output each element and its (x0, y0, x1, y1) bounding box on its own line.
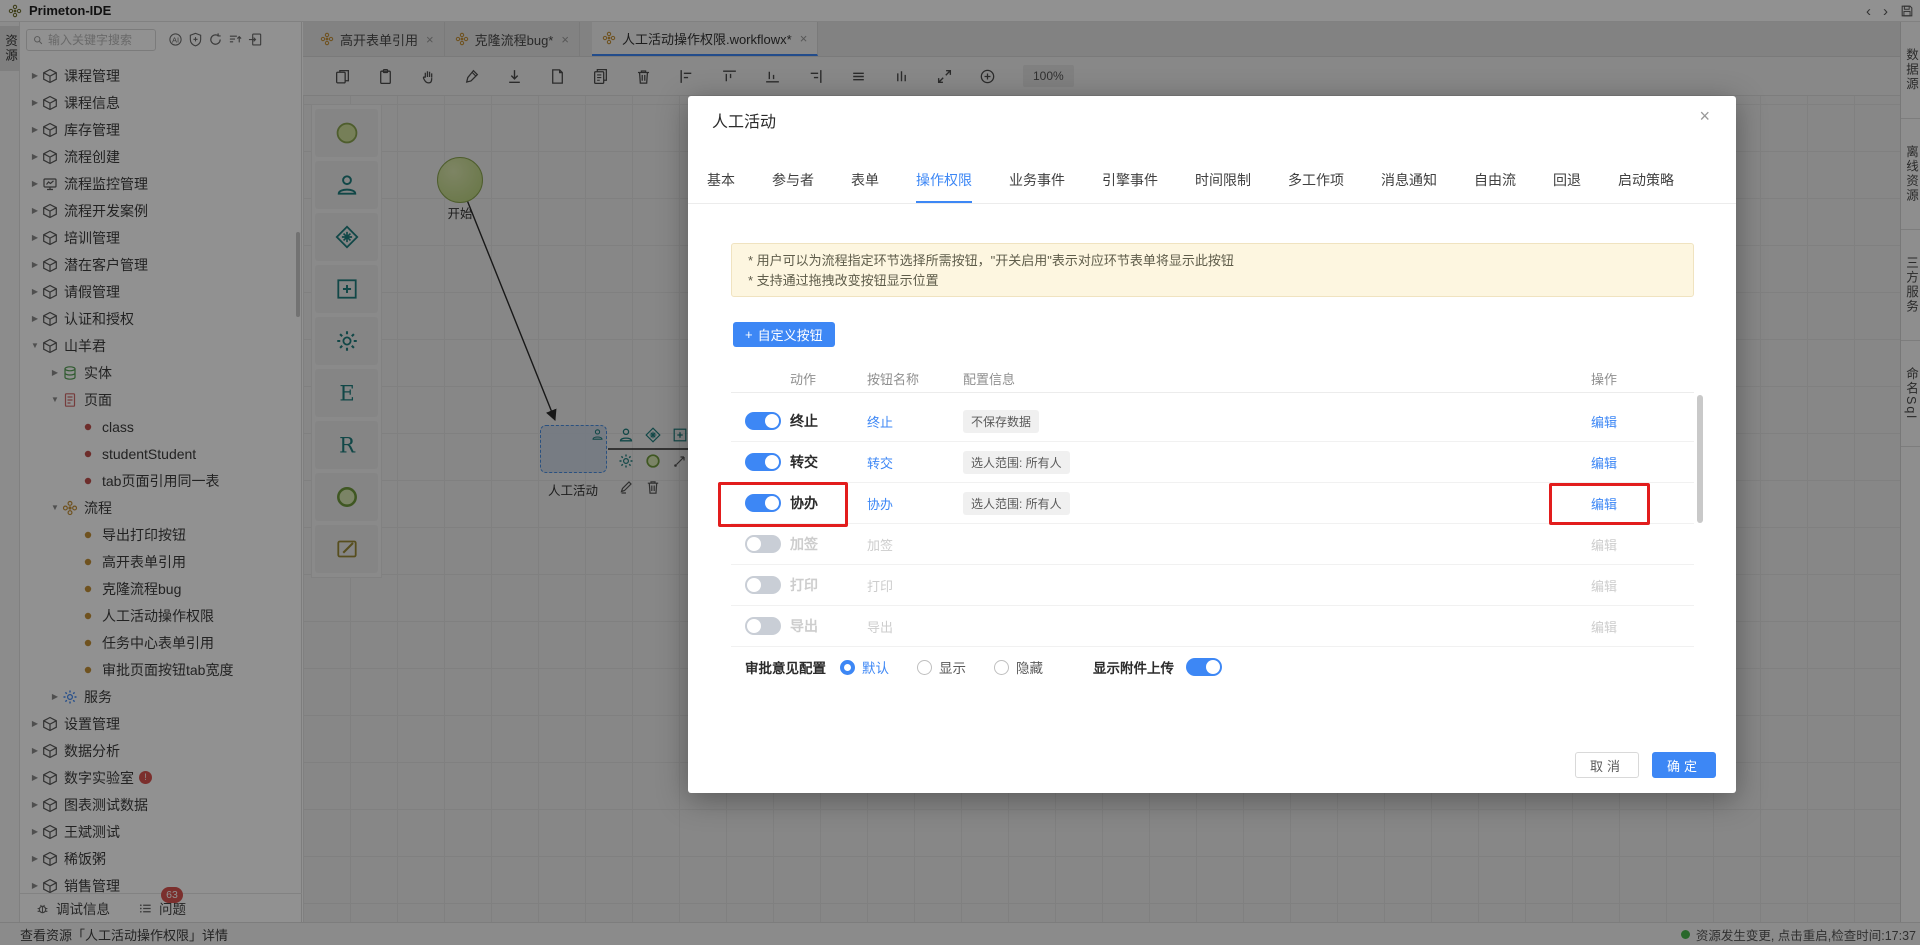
toggle-knob (747, 578, 761, 592)
radio-option[interactable]: 隐藏 (994, 657, 1043, 677)
cancel-button[interactable]: 取消 (1575, 752, 1639, 778)
header-config: 配置信息 (963, 369, 1591, 388)
table-row: 打印 打印 编辑 (731, 565, 1694, 606)
enable-toggle[interactable] (745, 412, 781, 430)
action-label: 协办 (790, 493, 867, 513)
dialog-tab[interactable]: 表单 (851, 170, 879, 203)
button-name-link[interactable]: 终止 (867, 412, 963, 431)
tabs-divider (688, 203, 1736, 204)
opinion-config-label: 审批意见配置 (745, 657, 826, 677)
table-header: 动作 按钮名称 配置信息 操作 (731, 364, 1694, 393)
config-tag: 选人范围: 所有人 (963, 451, 1070, 474)
notice-box: * 用户可以为流程指定环节选择所需按钮，"开关启用"表示对应环节表单将显示此按钮… (731, 243, 1694, 297)
table-row: 导出 导出 编辑 (731, 606, 1694, 647)
dialog-tab[interactable]: 操作权限 (916, 170, 972, 203)
dialog-tab[interactable]: 回退 (1553, 170, 1581, 203)
add-custom-button[interactable]: + 自定义按钮 (733, 322, 835, 347)
toggle-knob (747, 619, 761, 633)
action-label: 导出 (790, 616, 867, 636)
edit-link[interactable]: 编辑 (1591, 494, 1694, 513)
action-label: 转交 (790, 452, 867, 472)
edit-link[interactable]: 编辑 (1591, 535, 1694, 554)
dialog-tab[interactable]: 自由流 (1474, 170, 1516, 203)
table-row: 转交 转交 选人范围: 所有人 编辑 (731, 442, 1694, 483)
notice-line-1: * 用户可以为流程指定环节选择所需按钮，"开关启用"表示对应环节表单将显示此按钮 (748, 251, 1677, 271)
dialog-tab[interactable]: 参与者 (772, 170, 814, 203)
radio-option[interactable]: 显示 (917, 657, 966, 677)
button-name-link[interactable]: 导出 (867, 617, 963, 636)
radio-icon[interactable] (994, 660, 1009, 675)
table-row: 加签 加签 编辑 (731, 524, 1694, 565)
enable-toggle[interactable] (745, 617, 781, 635)
enable-toggle[interactable] (745, 535, 781, 553)
table-scrollbar[interactable] (1697, 395, 1703, 523)
action-table: 终止 终止 不保存数据 编辑 转交 转交 选人范围: 所有人 编辑 协办 协办 … (731, 401, 1694, 647)
radio-label: 显示 (939, 657, 966, 677)
toggle-knob (765, 414, 779, 428)
toggle-knob (765, 496, 779, 510)
attachment-upload-label: 显示附件上传 (1093, 657, 1174, 677)
table-row: 协办 协办 选人范围: 所有人 编辑 (731, 483, 1694, 524)
toggle-knob (1206, 660, 1220, 674)
dialog-tab[interactable]: 基本 (707, 170, 735, 203)
toggle-knob (765, 455, 779, 469)
edit-link[interactable]: 编辑 (1591, 576, 1694, 595)
ok-button[interactable]: 确定 (1652, 752, 1716, 778)
edit-link[interactable]: 编辑 (1591, 412, 1694, 431)
edit-link[interactable]: 编辑 (1591, 617, 1694, 636)
notice-line-2: * 支持通过拖拽改变按钮显示位置 (748, 271, 1677, 291)
add-custom-button-label: 自定义按钮 (758, 325, 823, 344)
button-name-link[interactable]: 转交 (867, 453, 963, 472)
header-action: 动作 (790, 369, 867, 388)
header-button-name: 按钮名称 (867, 369, 963, 388)
dialog-tab[interactable]: 启动策略 (1618, 170, 1674, 203)
action-label: 终止 (790, 411, 867, 431)
radio-option[interactable]: 默认 (840, 657, 889, 677)
radio-label: 隐藏 (1016, 657, 1043, 677)
enable-toggle[interactable] (745, 453, 781, 471)
dialog-tab[interactable]: 时间限制 (1195, 170, 1251, 203)
config-tag: 不保存数据 (963, 410, 1039, 433)
enable-toggle[interactable] (745, 576, 781, 594)
action-label: 加签 (790, 534, 867, 554)
button-name-link[interactable]: 加签 (867, 535, 963, 554)
dialog-footer: 取消 确定 (1575, 752, 1716, 778)
radio-icon[interactable] (840, 660, 855, 675)
dialog-tab[interactable]: 多工作项 (1288, 170, 1344, 203)
table-row: 终止 终止 不保存数据 编辑 (731, 401, 1694, 442)
radio-icon[interactable] (917, 660, 932, 675)
edit-link[interactable]: 编辑 (1591, 453, 1694, 472)
config-tag: 选人范围: 所有人 (963, 492, 1070, 515)
button-name-link[interactable]: 协办 (867, 494, 963, 513)
dialog-tab[interactable]: 消息通知 (1381, 170, 1437, 203)
opinion-config-row: 审批意见配置 默认 显示 隐藏 显示附件上传 (731, 652, 1694, 682)
enable-toggle[interactable] (745, 494, 781, 512)
dialog-tab[interactable]: 业务事件 (1009, 170, 1065, 203)
dialog-tabs: 基本 参与者 表单 操作权限 业务事件 引擎事件 时间限制 多工作项 消息通知 … (707, 170, 1736, 203)
header-operation: 操作 (1591, 369, 1694, 388)
action-label: 打印 (790, 575, 867, 595)
dialog-tab[interactable]: 引擎事件 (1102, 170, 1158, 203)
attachment-upload-toggle[interactable] (1186, 658, 1222, 676)
radio-label: 默认 (862, 657, 889, 677)
toggle-knob (747, 537, 761, 551)
button-name-link[interactable]: 打印 (867, 576, 963, 595)
plus-icon: + (745, 327, 753, 342)
manual-activity-dialog: 人工活动 × 基本 参与者 表单 操作权限 业务事件 引擎事件 时间限制 多工作… (688, 96, 1736, 793)
close-icon[interactable]: × (1699, 106, 1710, 127)
dialog-title: 人工活动 (712, 108, 776, 132)
